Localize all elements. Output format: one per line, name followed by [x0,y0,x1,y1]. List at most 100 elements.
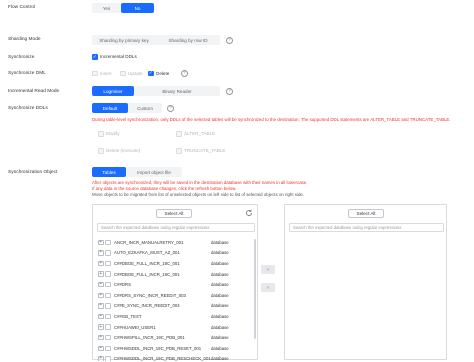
incremental-read-mode-toggle: Logminer Binary Reader [92,86,220,96]
expand-icon[interactable]: + [98,356,104,361]
expand-icon[interactable]: + [98,250,104,256]
row-type: database [211,250,229,256]
row-type: database [211,271,229,277]
row-name: C##DRS_SYNC_INCR_REEDIT_003 [114,292,186,298]
row-checkbox[interactable] [105,303,111,309]
double-chevron-left-icon: « [266,284,270,291]
incremental-read-mode-label: Incremental Read Mode [8,89,60,94]
move-right-button[interactable]: » [261,265,275,274]
expand-icon[interactable]: + [98,293,104,299]
left-select-all-button[interactable]: Select All [156,209,192,218]
table-row[interactable]: + C##DBOE_FULL_INCR_19C_001 database [93,258,252,269]
flow-control-yes[interactable]: Yes [92,3,121,13]
ddl-custom-option[interactable]: Custom [128,103,162,113]
right-search-input[interactable] [293,225,440,230]
question-circle-icon[interactable]: ? [181,70,188,77]
update-label: Update [128,70,143,76]
incremental-ddls-label: Incremental DDLs [100,54,137,60]
expand-icon[interactable]: + [98,271,104,277]
row-checkbox[interactable] [105,313,111,320]
checkbox-icon [98,148,104,154]
expand-icon[interactable]: + [98,261,104,267]
row-name: ANCR_INCR_MANUALRETRY_001 [114,239,184,245]
row-name: C##HUAWEI_USER1 [114,324,156,330]
incremental-ddls-checkbox[interactable]: Incremental DDLs [92,54,137,60]
table-row[interactable]: + C##DBOE_FULL_INCR_19C_001 database [93,269,252,280]
table-row[interactable]: + C##E_SYNC_INCR_REEDIT_004 database [93,301,252,312]
sharding-by-primary-key[interactable]: Sharding by primary key [92,35,156,45]
table-row[interactable]: + C##HWSDDL_INCR_19C_PDB_RESCHECK_001 data… [93,354,252,361]
row-name: C##DBOE_FULL_INCR_19C_001 [114,260,180,266]
refresh-icon[interactable] [245,209,253,217]
row-name: C##DBOE_FULL_INCR_19C_001 [114,271,180,277]
row-checkbox[interactable] [105,271,111,277]
table-row[interactable]: + C##DRS database [93,279,252,290]
row-name: C##HWSDDL_INCR_19C_PDB_RESCHECK_001 [114,356,211,361]
synchronize-ddls-label: Synchronize DDLs [8,106,48,111]
sync-object-warning-2: If any data in the source database chang… [92,186,237,191]
row-type: database [211,313,229,319]
table-row[interactable]: + C##HWSDDL_INCR_19C_PDB_RESET_001 databas… [93,343,252,354]
list-scrollbar[interactable] [253,239,256,339]
sharding-by-row-id[interactable]: Sharding by row ID [156,35,220,45]
row-name: C##HWSDDL_INCR_19C_PDB_RESET_001 [114,345,202,351]
row-type: database [211,239,229,245]
expand-icon[interactable]: + [98,303,104,309]
right-search-field[interactable] [289,223,444,232]
row-checkbox[interactable] [105,356,111,361]
synchronize-ddls-toggle: Default Custom [92,103,162,113]
table-row[interactable]: + C##HWSPILL_INCR_19C_PDB_001 database [93,332,252,343]
table-row[interactable]: + AUTO_EZKAFKA_MUST_AZ_001 database [93,248,252,259]
unselected-objects-panel: Select All +ANCR_INCR_MANUALRETRY_001dat… [92,204,258,361]
question-circle-icon[interactable]: ? [167,104,174,112]
ddl-delete-label: Delete (truncate) [106,148,141,154]
binary-reader-option[interactable]: Binary Reader [134,86,220,96]
flow-control-toggle: Yes No [92,3,154,13]
row-checkbox[interactable] [105,250,111,256]
ddl-modify-label: Modify [106,131,120,137]
double-chevron-right-icon: » [266,266,270,273]
expand-icon[interactable]: + [98,314,104,320]
checkbox-icon [176,148,182,154]
row-name: C##GB_TEST [114,313,142,319]
row-type: database [211,335,229,341]
move-left-button[interactable]: « [261,283,275,292]
row-checkbox[interactable] [105,260,111,267]
synchronize-label: Synchronize [8,55,35,60]
table-row[interactable]: + C##HUAWEI_USER1 database [93,322,252,333]
row-checkbox[interactable] [105,345,111,352]
expand-icon[interactable]: + [98,346,104,352]
expand-icon[interactable]: + [98,240,104,246]
insert-label: Insert [100,70,112,76]
row-checkbox[interactable] [105,281,111,288]
question-circle-icon[interactable]: ? [226,36,233,44]
row-name: C##DRS [114,282,131,288]
expand-icon[interactable]: + [98,282,104,288]
row-type: database [211,345,229,351]
ddl-alter-table-checkbox: ALTER_TABLE [176,131,215,137]
question-circle-icon[interactable]: ? [226,87,233,95]
row-checkbox[interactable] [105,334,111,341]
row-checkbox[interactable] [105,239,111,246]
tab-import-object-file[interactable]: Import object file [126,167,182,177]
flow-control-no[interactable]: No [121,3,154,13]
delete-label: Delete [156,70,170,76]
left-search-input[interactable] [101,225,251,230]
right-select-all-button[interactable]: Select All [348,209,384,218]
left-search-field[interactable] [97,223,255,232]
tab-tables[interactable]: Tables [92,167,126,177]
ddl-default-option[interactable]: Default [92,103,128,113]
delete-checkbox[interactable]: Delete [148,70,170,76]
checkbox-icon [92,70,98,76]
table-row[interactable]: + C##DRS_SYNC_INCR_REEDIT_003 database [93,290,252,301]
logminer-option[interactable]: Logminer [92,86,134,96]
table-row[interactable]: + ANCR_INCR_MANUALRETRY_001 database [93,237,252,248]
row-checkbox[interactable] [105,324,111,330]
row-type: database [211,282,229,288]
row-checkbox[interactable] [105,292,111,299]
table-row[interactable]: + C##GB_TEST database [93,311,252,322]
expand-icon[interactable]: + [98,335,104,341]
expand-icon[interactable]: + [98,324,104,330]
checkbox-icon [120,70,126,76]
flow-control-label: Flow Control [8,5,35,10]
